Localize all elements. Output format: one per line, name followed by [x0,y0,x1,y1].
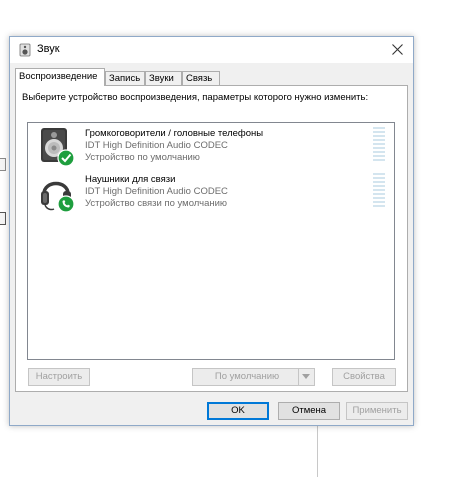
check-icon [57,149,75,166]
device-driver: IDT High Definition Audio CODEC [85,140,228,151]
tab-playback[interactable]: Воспроизведение [15,68,105,86]
speaker-icon [19,43,31,57]
phone-icon [57,195,75,212]
close-icon [392,44,403,55]
device-item-speakers[interactable]: Громкоговорители / головные телефоны IDT… [28,123,394,169]
set-default-split-button[interactable]: По умолчанию [192,368,315,386]
background-window-fragment [0,212,6,225]
device-driver: IDT High Definition Audio CODEC [85,186,228,197]
headset-icon [41,181,75,212]
tab-recording[interactable]: Запись [105,71,145,85]
properties-button[interactable]: Свойства [332,368,396,386]
instruction-text: Выберите устройство воспроизведения, пар… [22,92,369,103]
chevron-down-icon [302,374,310,379]
speaker-icon [41,128,75,166]
apply-button[interactable]: Применить [346,402,408,420]
window-title: Звук [37,43,60,55]
tab-communications[interactable]: Связь [182,71,220,85]
title-bar[interactable]: Звук [10,37,413,63]
volume-meter [373,173,385,210]
device-name: Громкоговорители / головные телефоны [85,128,264,139]
configure-button[interactable]: Настроить [28,368,90,386]
device-item-headset[interactable]: Наушники для связи IDT High Definition A… [28,169,394,215]
sound-dialog: Звук Воспроизведение Запись Звуки Связь … [9,36,414,426]
playback-panel: Выберите устройство воспроизведения, пар… [15,85,408,392]
ok-button[interactable]: OK [207,402,269,420]
tab-sounds[interactable]: Звуки [145,71,182,85]
device-status: Устройство по умолчанию [85,152,200,163]
background-window-fragment [0,158,6,171]
volume-meter [373,127,385,164]
device-status: Устройство связи по умолчанию [85,198,228,209]
background-window-edge [317,426,318,477]
device-name: Наушники для связи [85,174,176,185]
device-list[interactable]: Громкоговорители / головные телефоны IDT… [27,122,395,360]
cancel-button[interactable]: Отмена [278,402,340,420]
close-button[interactable] [383,37,413,63]
set-default-label: По умолчанию [214,371,280,382]
set-default-dropdown[interactable] [298,369,314,385]
